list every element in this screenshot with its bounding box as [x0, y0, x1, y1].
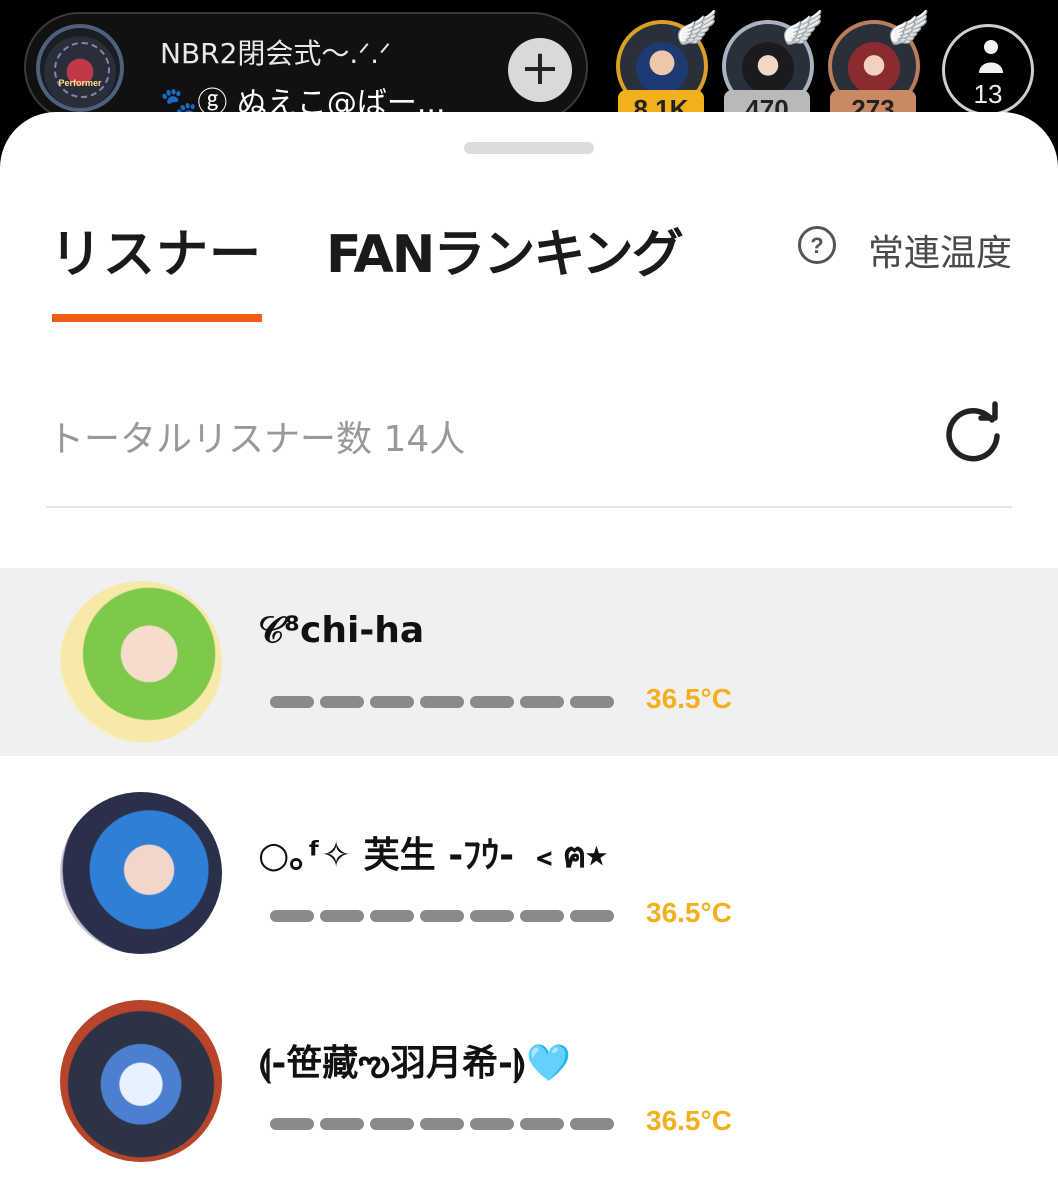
temperature-bar — [270, 696, 616, 708]
refresh-icon[interactable] — [940, 400, 1006, 466]
active-tab-indicator — [52, 314, 262, 322]
plus-icon: + — [519, 40, 561, 96]
avatar-tag: Performer — [58, 78, 102, 88]
viewer-count: 13 — [973, 79, 1003, 109]
bronze-wing-icon: 🪽 — [887, 8, 930, 48]
listener-temperature: 36.5°C — [646, 897, 732, 928]
listener-name: ⟬-笹藏ఌ羽月希-⟭🩵 — [258, 1043, 572, 1084]
sheet-drag-handle[interactable] — [464, 142, 594, 154]
listener-name: 𝒞⁸chi-ha — [258, 610, 425, 651]
divider — [46, 506, 1012, 508]
stream-info-pill[interactable]: Performer NBR2閉会式〜.ᐟ.ᐟ 🐾ⓖ ぬえこ@ばー... + — [24, 12, 588, 122]
listener-temperature: 36.5°C — [646, 683, 732, 714]
listener-row[interactable]: ⟬-笹藏ఌ羽月希-⟭🩵 36.5°C — [0, 990, 1058, 1178]
regular-temperature-label: 常連温度 — [868, 233, 1013, 274]
person-icon — [979, 40, 1003, 73]
temperature-bar — [270, 1118, 616, 1130]
listener-row[interactable]: ○｡ᶠ✧ 芙生 -ﾌｳ- ﹤ฅ⭑ 36.5°C — [0, 782, 1058, 970]
silver-wing-icon: 🪽 — [781, 8, 824, 48]
avatar-ring-decoration — [54, 42, 110, 98]
listener-avatar[interactable] — [60, 1000, 222, 1162]
help-icon[interactable]: ? — [798, 226, 836, 264]
tab-fan-ranking[interactable]: FANランキング — [326, 212, 684, 287]
tab-listeners[interactable]: リスナー — [50, 212, 262, 287]
listener-avatar[interactable] — [60, 792, 222, 954]
follow-plus-button[interactable]: + — [508, 38, 572, 102]
total-listeners-count: トータルリスナー数 14人 — [48, 419, 466, 460]
listener-temperature: 36.5°C — [646, 1105, 732, 1136]
temperature-bar — [270, 910, 616, 922]
stream-header: Performer NBR2閉会式〜.ᐟ.ᐟ 🐾ⓖ ぬえこ@ばー... + 🪽 … — [0, 0, 1058, 130]
viewer-count-button[interactable]: 13 — [942, 24, 1034, 116]
listener-name: ○｡ᶠ✧ 芙生 -ﾌｳ- ﹤ฅ⭑ — [258, 835, 607, 876]
listener-row[interactable]: 𝒞⁸chi-ha 36.5°C — [0, 568, 1058, 756]
listener-avatar[interactable] — [60, 581, 222, 743]
stream-avatar[interactable]: Performer — [36, 24, 124, 112]
gold-wing-icon: 🪽 — [675, 8, 718, 48]
stream-title: NBR2閉会式〜.ᐟ.ᐟ — [160, 37, 391, 70]
listener-sheet: リスナー FANランキング ? 常連温度 トータルリスナー数 14人 𝒞⁸chi… — [0, 112, 1058, 1200]
